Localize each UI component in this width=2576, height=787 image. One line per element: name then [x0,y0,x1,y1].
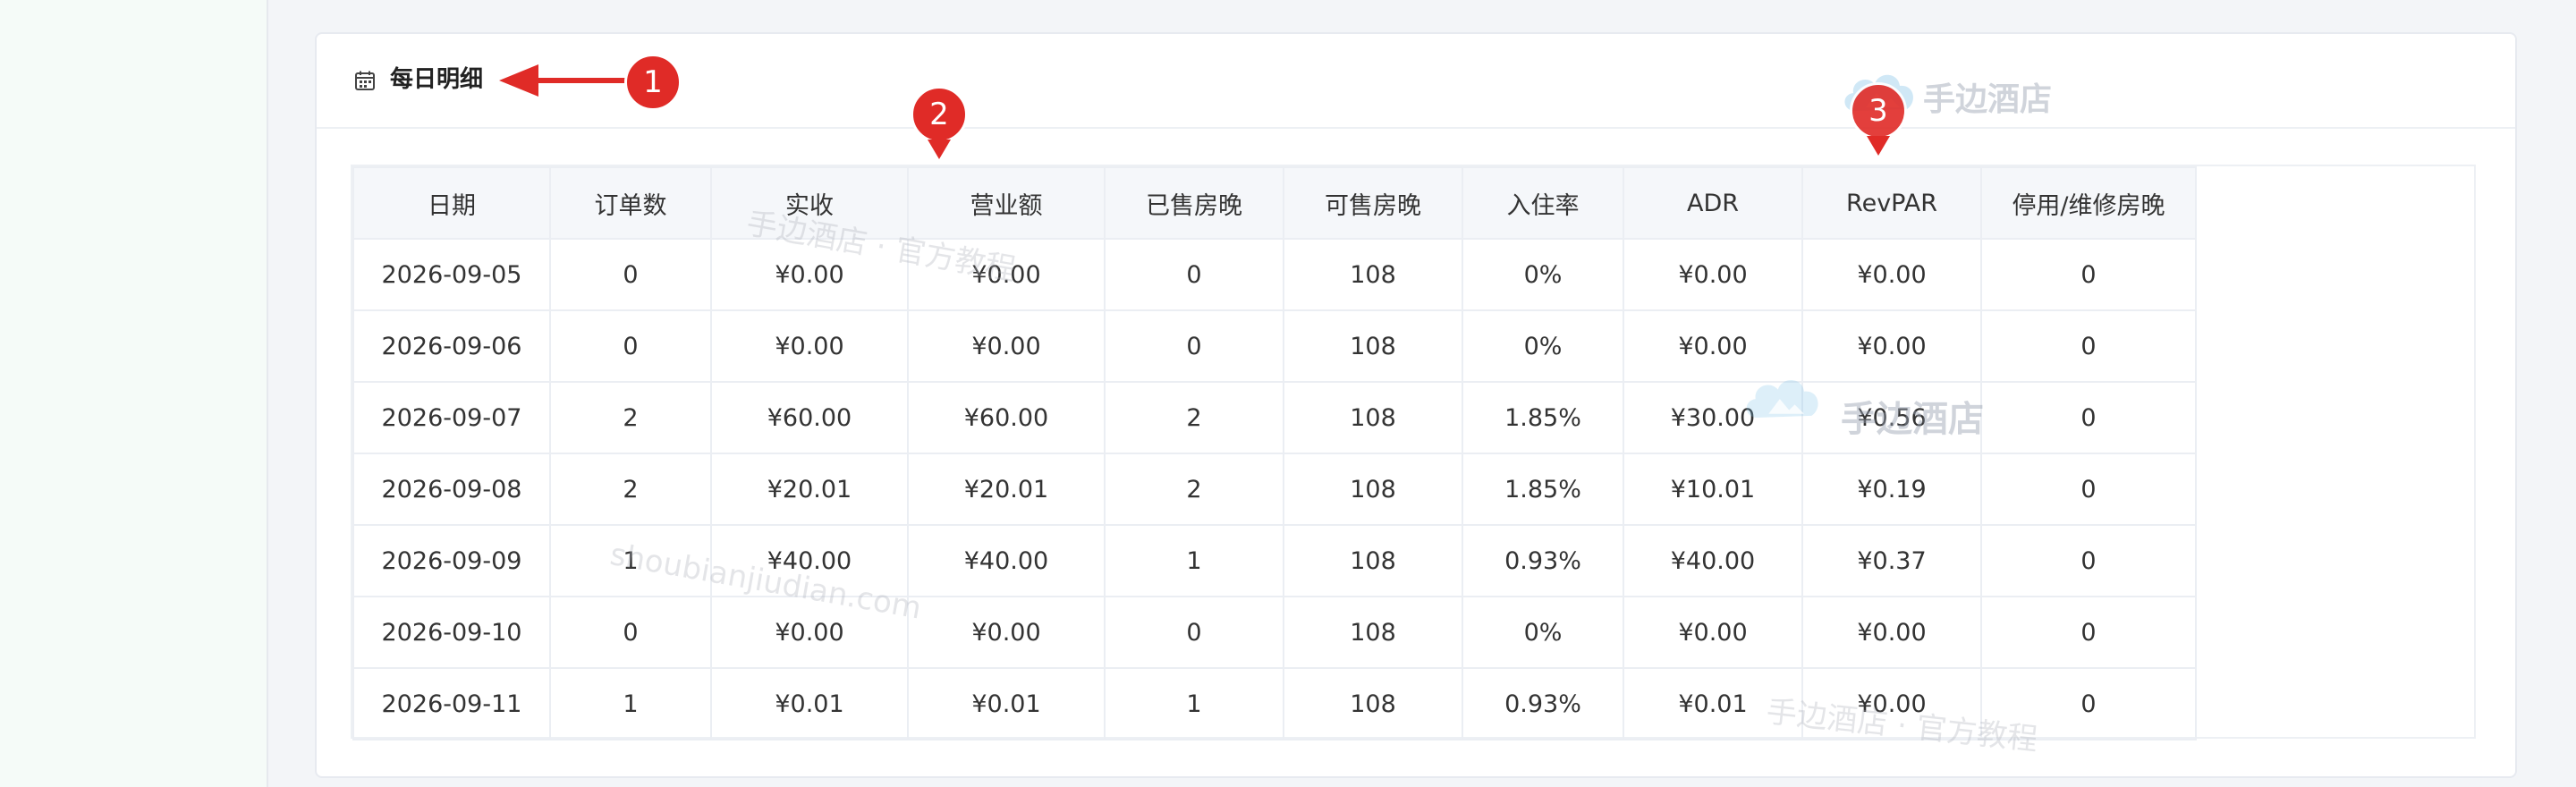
cell-out-of-service: 0 [1980,453,2197,526]
cell-sold-nights: 2 [1104,453,1284,526]
cell-available-nights: 108 [1283,596,1463,669]
cell-out-of-service: 0 [1980,667,2197,740]
cell-date: 2026-09-07 [352,381,551,454]
cell-sold-nights: 1 [1104,667,1284,740]
table-row: 2026-09-11 1 ¥0.01 ¥0.01 1 108 0.93% ¥0.… [352,667,2197,740]
marker-pointer [928,140,951,159]
cell-available-nights: 108 [1283,453,1463,526]
table-row: 2026-09-07 2 ¥60.00 ¥60.00 2 108 1.85% ¥… [352,381,2197,454]
table-header-row: 日期 订单数 实收 营业额 已售房晚 可售房晚 入住率 ADR RevPAR 停… [352,166,2197,240]
cell-available-nights: 108 [1283,238,1463,311]
cell-adr: ¥0.00 [1623,238,1803,311]
cell-out-of-service: 0 [1980,309,2197,383]
cell-date: 2026-09-10 [352,596,551,669]
cell-occupancy: 0% [1462,596,1624,669]
cell-sold-nights: 0 [1104,596,1284,669]
col-header-orders[interactable]: 订单数 [549,166,712,240]
cell-received: ¥0.00 [710,596,909,669]
marker-badge-1: 1 [624,54,682,111]
table-row: 2026-09-08 2 ¥20.01 ¥20.01 2 108 1.85% ¥… [352,453,2197,526]
cell-revpar: ¥0.00 [1801,596,1982,669]
col-header-revenue[interactable]: 营业额 [907,166,1106,240]
cell-received: ¥0.00 [710,238,909,311]
col-header-date[interactable]: 日期 [352,166,551,240]
table-row: 2026-09-10 0 ¥0.00 ¥0.00 0 108 0% ¥0.00 … [352,596,2197,669]
cell-available-nights: 108 [1283,309,1463,383]
table-row: 2026-09-05 0 ¥0.00 ¥0.00 0 108 0% ¥0.00 … [352,238,2197,311]
cell-received: ¥40.00 [710,524,909,597]
cell-orders: 0 [549,596,712,669]
cell-orders: 0 [549,309,712,383]
cell-revpar: ¥0.00 [1801,238,1982,311]
cell-revpar: ¥0.00 [1801,309,1982,383]
cell-date: 2026-09-08 [352,453,551,526]
cell-occupancy: 0% [1462,309,1624,383]
cell-available-nights: 108 [1283,667,1463,740]
cell-adr: ¥40.00 [1623,524,1803,597]
col-header-sold-nights[interactable]: 已售房晚 [1104,166,1284,240]
cell-received: ¥60.00 [710,381,909,454]
cell-date: 2026-09-09 [352,524,551,597]
arrow-left-icon [499,64,634,97]
cell-revpar: ¥0.37 [1801,524,1982,597]
left-sidebar-panel [0,0,268,787]
cell-received: ¥20.01 [710,453,909,526]
col-header-revpar[interactable]: RevPAR [1801,166,1982,240]
cell-sold-nights: 0 [1104,309,1284,383]
cell-occupancy: 0% [1462,238,1624,311]
cell-revenue: ¥60.00 [907,381,1106,454]
cell-sold-nights: 1 [1104,524,1284,597]
cell-adr: ¥10.01 [1623,453,1803,526]
cell-date: 2026-09-11 [352,667,551,740]
cell-revenue: ¥0.00 [907,238,1106,311]
cell-orders: 0 [549,238,712,311]
cell-date: 2026-09-05 [352,238,551,311]
cell-date: 2026-09-06 [352,309,551,383]
cell-sold-nights: 2 [1104,381,1284,454]
cell-out-of-service: 0 [1980,238,2197,311]
cell-revpar: ¥0.19 [1801,453,1982,526]
col-header-available-nights[interactable]: 可售房晚 [1283,166,1463,240]
cell-revpar: ¥0.00 [1801,667,1982,740]
cell-revenue: ¥20.01 [907,453,1106,526]
cell-occupancy: 1.85% [1462,381,1624,454]
cell-orders: 2 [549,453,712,526]
cell-adr: ¥0.00 [1623,596,1803,669]
marker-badge-2: 2 [911,86,968,143]
cell-revenue: ¥0.01 [907,667,1106,740]
cell-orders: 1 [549,667,712,740]
daily-detail-table: 日期 订单数 实收 营业额 已售房晚 可售房晚 入住率 ADR RevPAR 停… [352,166,2197,740]
cell-out-of-service: 0 [1980,381,2197,454]
cell-revpar: ¥0.56 [1801,381,1982,454]
table-row: 2026-09-09 1 ¥40.00 ¥40.00 1 108 0.93% ¥… [352,524,2197,597]
col-header-out-of-service[interactable]: 停用/维修房晚 [1980,166,2197,240]
cell-adr: ¥0.01 [1623,667,1803,740]
calendar-icon [355,71,375,90]
cell-available-nights: 108 [1283,524,1463,597]
cell-available-nights: 108 [1283,381,1463,454]
marker-badge-3: 3 [1850,82,1907,140]
col-header-received[interactable]: 实收 [710,166,909,240]
cell-revenue: ¥40.00 [907,524,1106,597]
cell-occupancy: 1.85% [1462,453,1624,526]
cell-occupancy: 0.93% [1462,667,1624,740]
table-row: 2026-09-06 0 ¥0.00 ¥0.00 0 108 0% ¥0.00 … [352,309,2197,383]
marker-pointer [1867,136,1890,156]
cell-out-of-service: 0 [1980,524,2197,597]
cloud-logo-icon [1746,379,1818,418]
col-header-occupancy[interactable]: 入住率 [1462,166,1624,240]
cell-occupancy: 0.93% [1462,524,1624,597]
cell-revenue: ¥0.00 [907,309,1106,383]
page-title: 每日明细 [390,66,484,93]
cell-received: ¥0.01 [710,667,909,740]
cell-received: ¥0.00 [710,309,909,383]
cell-out-of-service: 0 [1980,596,2197,669]
cell-sold-nights: 0 [1104,238,1284,311]
cell-revenue: ¥0.00 [907,596,1106,669]
cell-orders: 2 [549,381,712,454]
cell-orders: 1 [549,524,712,597]
col-header-adr[interactable]: ADR [1623,166,1803,240]
